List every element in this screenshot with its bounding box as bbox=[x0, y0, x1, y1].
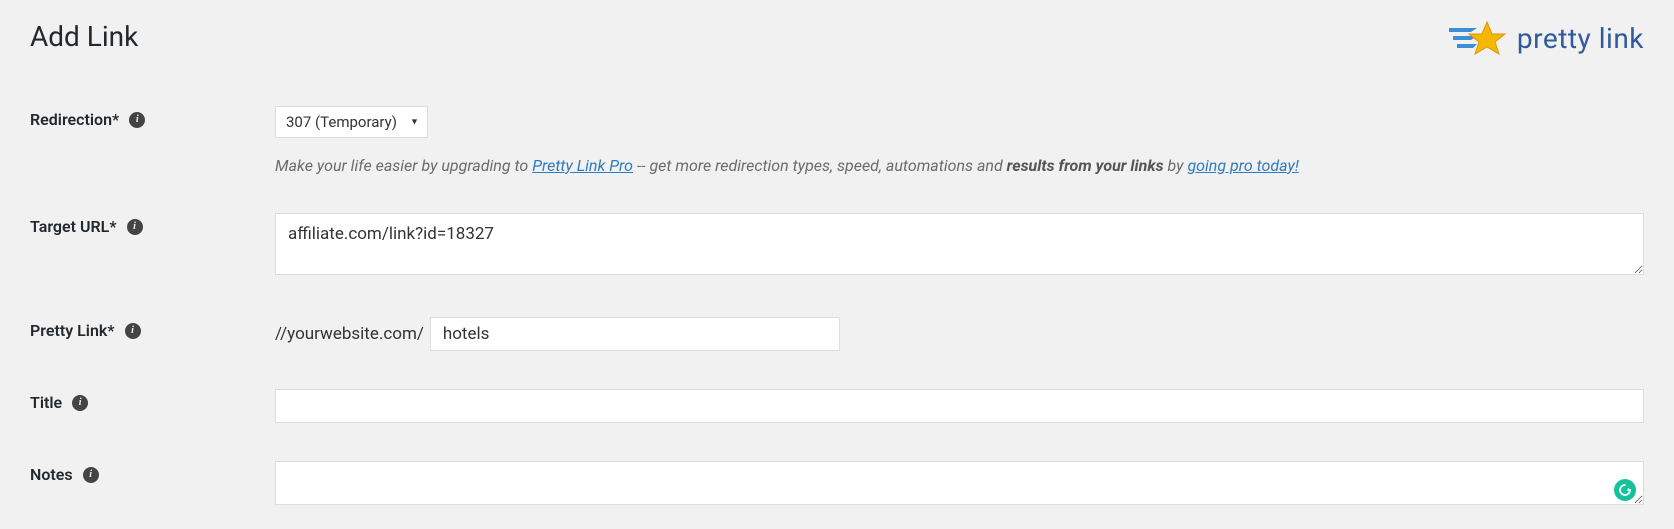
info-icon[interactable]: i bbox=[125, 323, 141, 339]
page-title: Add Link bbox=[30, 20, 138, 53]
target-url-label-text: Target URL* bbox=[30, 217, 117, 236]
pretty-link-pro-link[interactable]: Pretty Link Pro bbox=[532, 156, 633, 175]
pretty-link-slug-input[interactable] bbox=[430, 317, 840, 351]
target-url-input[interactable]: affiliate.com/link?id=18327 bbox=[275, 213, 1644, 275]
notes-label: Notes i bbox=[30, 461, 275, 484]
title-input[interactable] bbox=[275, 389, 1644, 423]
redirection-select[interactable]: 307 (Temporary) bbox=[275, 106, 428, 138]
info-icon[interactable]: i bbox=[129, 112, 145, 128]
redirection-label: Redirection* i bbox=[30, 106, 275, 129]
pretty-link-logo: pretty link bbox=[1449, 20, 1644, 56]
info-icon[interactable]: i bbox=[83, 467, 99, 483]
title-label-text: Title bbox=[30, 393, 62, 412]
title-label: Title i bbox=[30, 389, 275, 412]
redirection-label-text: Redirection* bbox=[30, 110, 119, 129]
going-pro-link[interactable]: going pro today! bbox=[1187, 156, 1298, 175]
help-text-by: by bbox=[1164, 156, 1188, 175]
pretty-link-prefix: //yourwebsite.com/ bbox=[275, 324, 430, 344]
star-wing-icon bbox=[1449, 20, 1509, 56]
target-url-label: Target URL* i bbox=[30, 213, 275, 236]
pretty-link-label: Pretty Link* i bbox=[30, 317, 275, 340]
redirection-help-text: Make your life easier by upgrading to Pr… bbox=[275, 156, 1644, 175]
info-icon[interactable]: i bbox=[72, 395, 88, 411]
help-text-mid: -- get more redirection types, speed, au… bbox=[633, 156, 1007, 175]
info-icon[interactable]: i bbox=[127, 219, 143, 235]
redirection-select-value: 307 (Temporary) bbox=[276, 107, 427, 137]
help-text-pre: Make your life easier by upgrading to bbox=[275, 156, 532, 175]
pretty-link-label-text: Pretty Link* bbox=[30, 321, 115, 340]
help-text-strong: results from your links bbox=[1007, 156, 1164, 175]
notes-label-text: Notes bbox=[30, 465, 73, 484]
logo-text: pretty link bbox=[1517, 22, 1644, 55]
notes-input[interactable] bbox=[275, 461, 1644, 505]
